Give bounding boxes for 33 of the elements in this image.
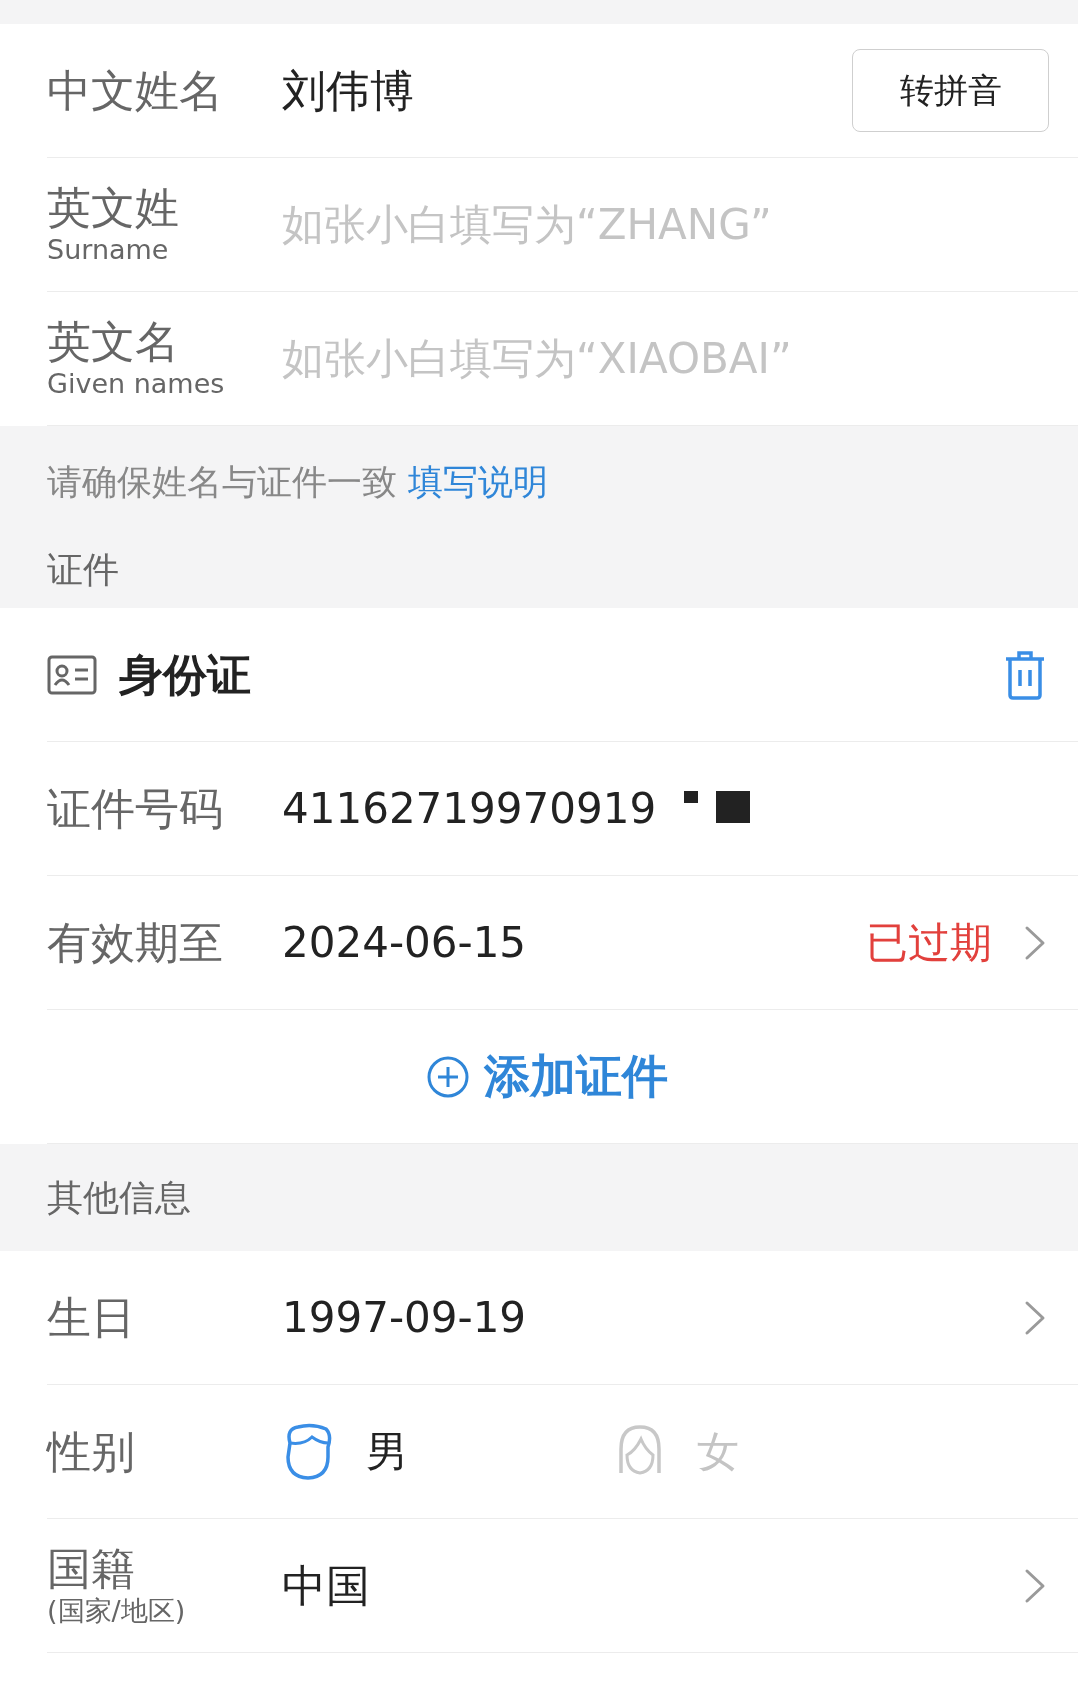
instructions-link[interactable]: 填写说明 [408, 462, 549, 502]
section-title: 其他信息 [47, 1175, 191, 1220]
document-number: 41162719970919 [282, 787, 657, 830]
name-note: 请确保姓名与证件一致 填写说明 [47, 461, 550, 504]
birthday-value: 1997-09-19 [282, 1296, 528, 1339]
field-sublabel: (国家/地区) [47, 1597, 187, 1624]
chevron-right-icon [1024, 1567, 1046, 1604]
field-label: 国籍 [47, 1547, 136, 1591]
field-label: 英文名 [47, 320, 180, 364]
name-value: 刘伟博 [282, 68, 415, 113]
expiry-status: 已过期 [866, 921, 992, 964]
add-document-button[interactable]: 添加证件 [425, 1042, 668, 1111]
section-title: 证件 [47, 547, 120, 592]
field-label: 性别 [47, 1429, 136, 1474]
field-label: 生日 [47, 1295, 136, 1340]
plus-circle-icon [425, 1054, 470, 1099]
chevron-right-icon [1024, 1299, 1046, 1336]
document-type: 身份证 [119, 652, 252, 697]
field-label: 英文姓 [47, 186, 180, 230]
nationality-value: 中国 [282, 1563, 371, 1608]
field-sublabel: Surname [47, 236, 170, 263]
gender-option[interactable]: 男 [282, 1422, 615, 1481]
name-input[interactable]: 如张小白填写为“XIAOBAI” [282, 327, 1046, 390]
expiry-date: 2024-06-15 [282, 921, 528, 964]
field-label: 证件号码 [47, 786, 224, 831]
id-card-icon [47, 654, 97, 695]
field-label: 有效期至 [47, 920, 224, 965]
field-sublabel: Given names [47, 370, 226, 397]
field-label: 中文姓名 [47, 68, 224, 113]
name-input[interactable]: 如张小白填写为“ZHANG” [282, 193, 1046, 256]
delete-icon[interactable] [1004, 649, 1046, 700]
chevron-right-icon [1024, 924, 1046, 961]
pinyin-button[interactable]: 转拼音 [852, 49, 1049, 132]
